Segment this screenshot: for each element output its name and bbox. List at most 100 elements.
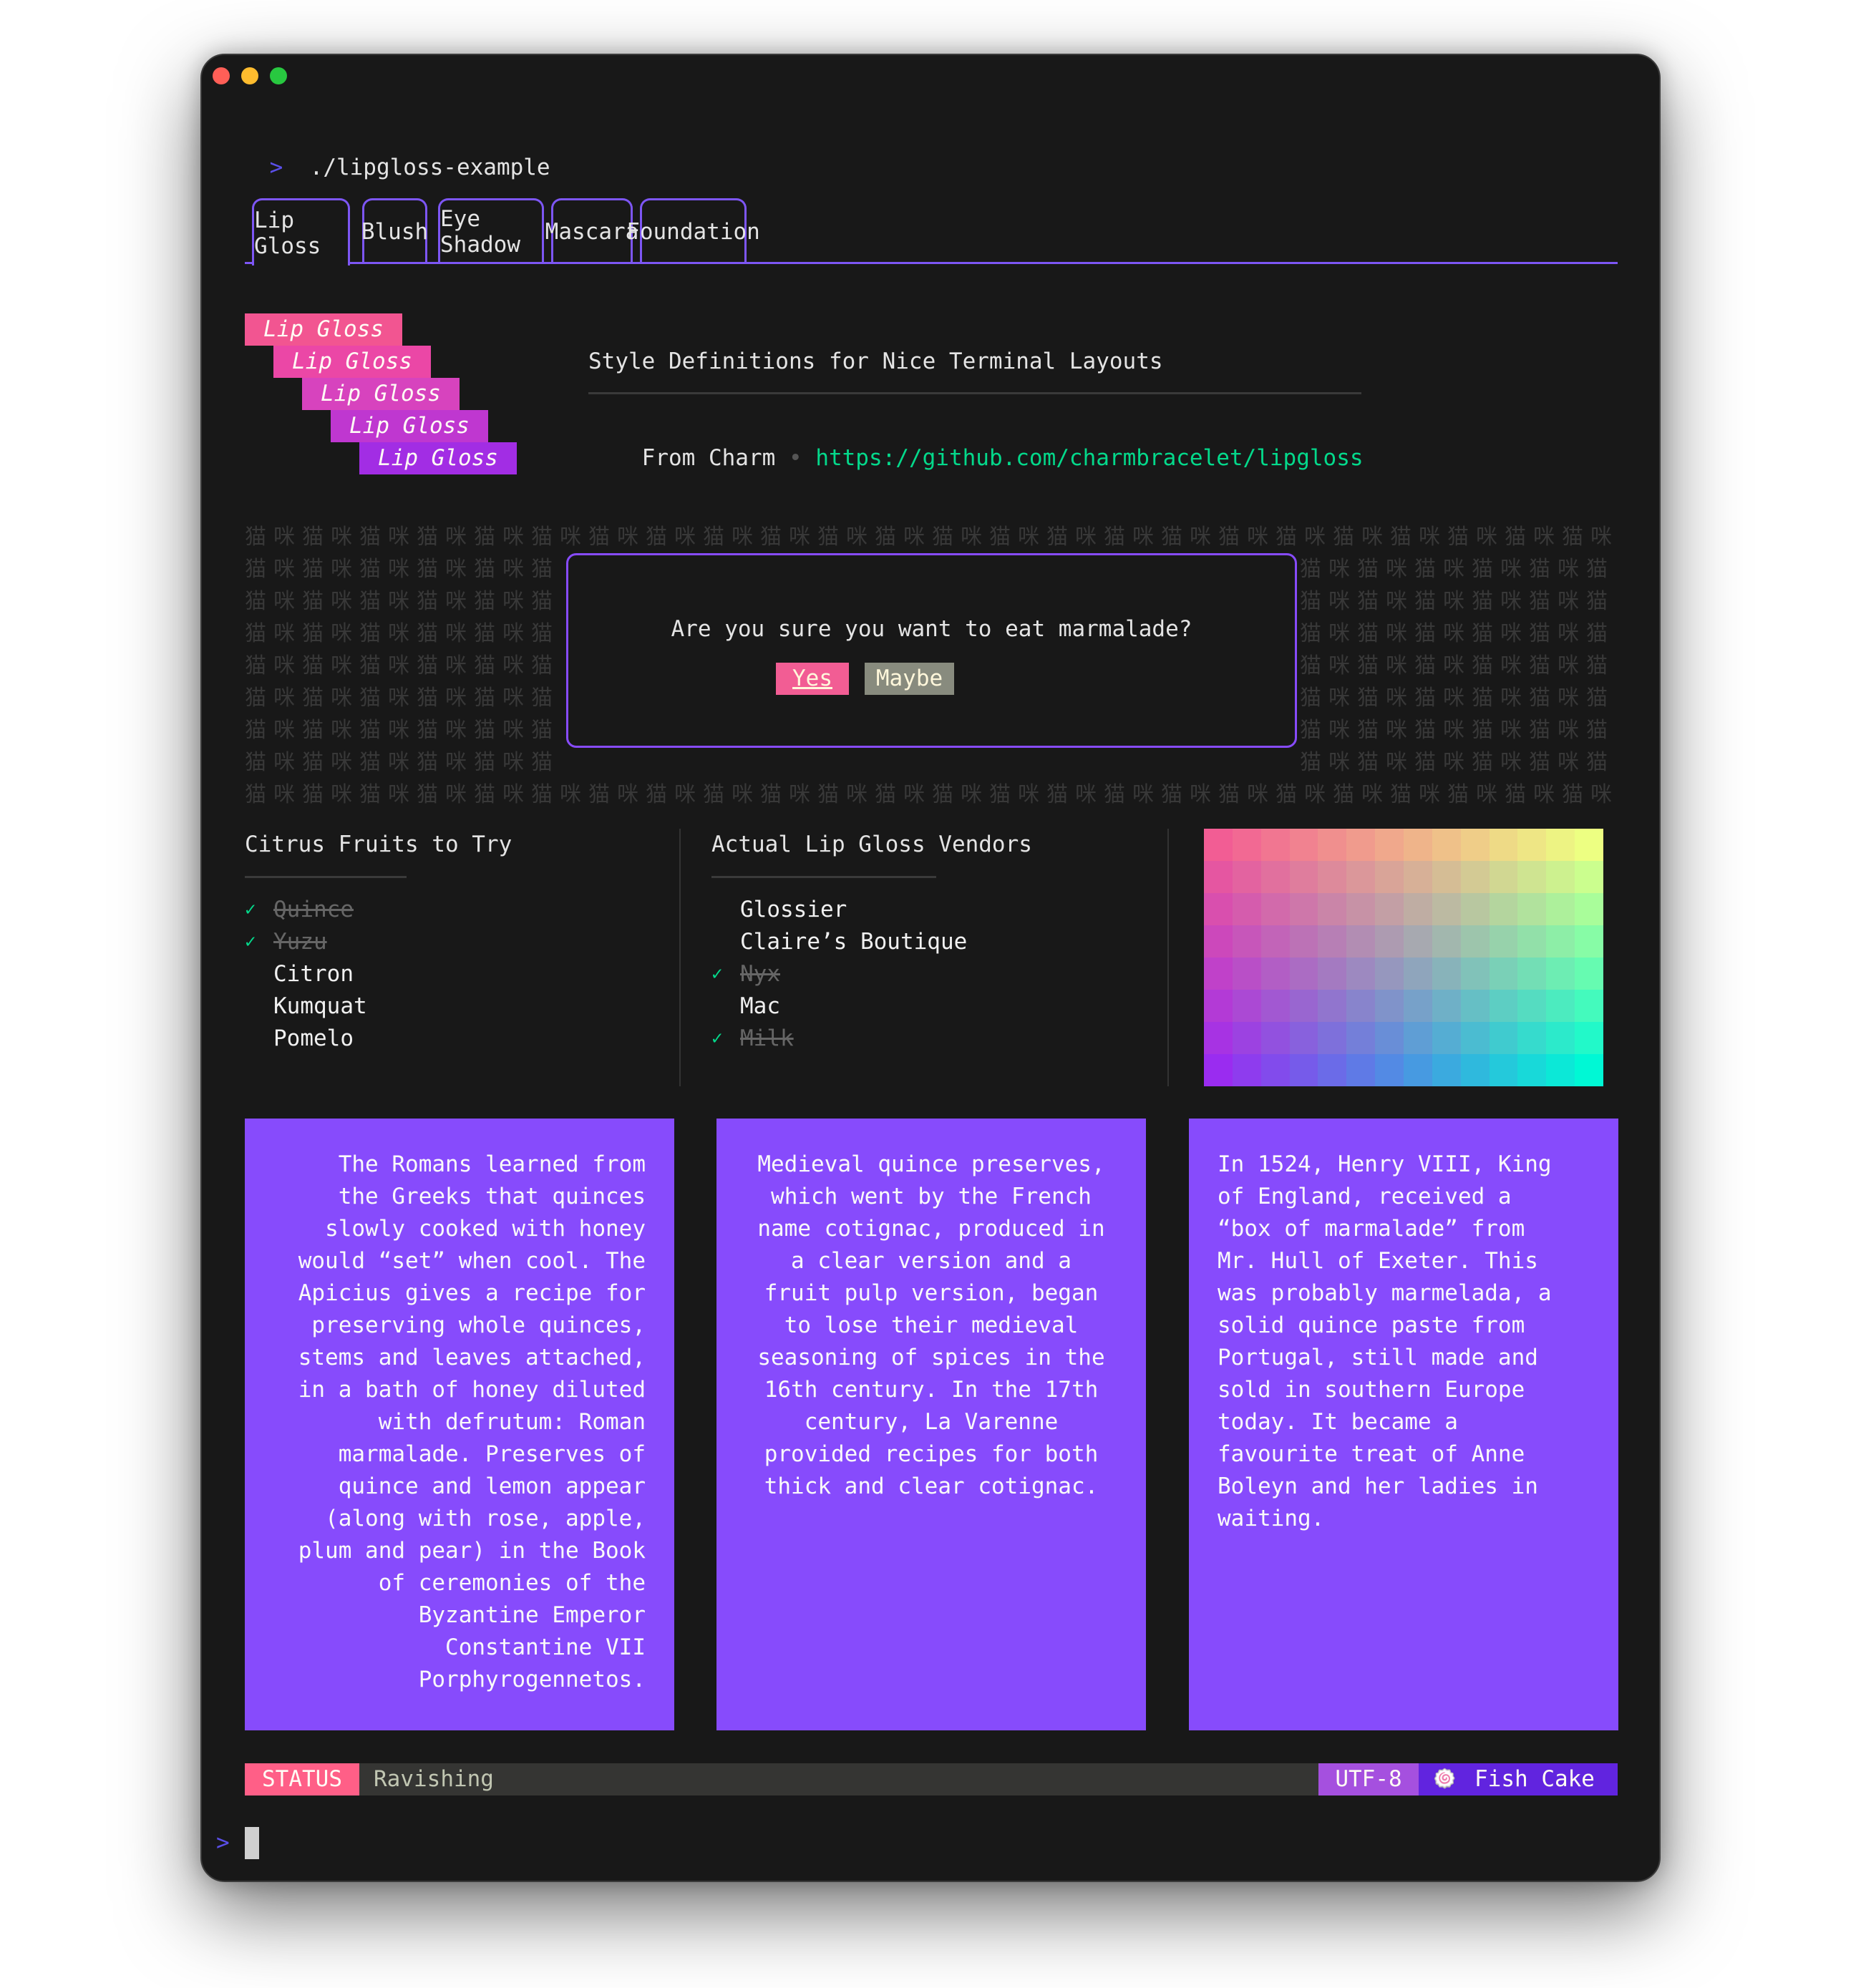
dialog-question: Are you sure you want to eat marmalade? <box>671 616 1192 642</box>
color-swatch <box>1546 1054 1575 1086</box>
tab-blush[interactable]: Blush <box>361 198 428 263</box>
lip-gloss-label: Lip Gloss <box>359 442 517 474</box>
color-swatch <box>1404 925 1432 958</box>
color-swatch <box>1375 1022 1404 1054</box>
color-swatch <box>1575 861 1603 893</box>
color-swatch <box>1346 925 1376 958</box>
list-item[interactable]: Milk <box>740 1023 794 1055</box>
color-swatch <box>1232 990 1261 1022</box>
list-item[interactable]: Quince <box>273 894 354 926</box>
color-swatch <box>1204 1022 1233 1054</box>
list-item[interactable]: Glossier <box>740 894 847 926</box>
color-swatch <box>1289 861 1318 893</box>
list-item[interactable]: Mac <box>740 990 780 1023</box>
color-swatch <box>1232 861 1261 893</box>
color-swatch <box>1517 925 1547 958</box>
tab-foundation[interactable]: Foundation <box>626 198 760 263</box>
color-swatch <box>1546 958 1575 990</box>
color-swatch <box>1232 1022 1261 1054</box>
color-swatch <box>1375 893 1404 925</box>
prompt-icon: > <box>216 1827 230 1859</box>
color-swatch <box>1232 925 1261 958</box>
color-swatch <box>1318 861 1347 893</box>
kanji-row: 猫咪猫咪猫咪猫咪猫咪猫 <box>1300 557 1615 582</box>
lip-gloss-label: Lip Gloss <box>302 378 460 410</box>
kanji-row: 猫咪猫咪猫咪猫咪猫咪猫咪猫咪猫咪猫咪猫咪猫咪猫咪猫咪猫咪猫咪猫咪猫咪猫咪猫咪猫咪… <box>245 782 1619 807</box>
list-title-divider <box>245 876 407 878</box>
lip-gloss-label: Lip Gloss <box>245 313 402 346</box>
minimize-button[interactable] <box>241 67 258 84</box>
check-icon: ✓ <box>245 899 256 920</box>
from-label: From Charm <box>641 445 776 471</box>
list-item[interactable]: Pomelo <box>273 1023 354 1055</box>
command-text: ./lipgloss-example <box>309 155 550 180</box>
kanji-row: 猫咪猫咪猫咪猫咪猫咪猫 <box>1300 653 1615 678</box>
kanji-row: 猫咪猫咪猫咪猫咪猫咪猫 <box>245 653 560 678</box>
tab-eye-shadow[interactable]: Eye Shadow <box>438 198 544 263</box>
color-swatch <box>1346 861 1376 893</box>
kanji-row: 猫咪猫咪猫咪猫咪猫咪猫 <box>1300 718 1615 743</box>
color-swatch <box>1489 1054 1518 1086</box>
check-icon: ✓ <box>711 963 723 985</box>
list-title-divider <box>711 876 936 878</box>
repo-link[interactable]: https://github.com/charmbracelet/lipglos… <box>815 445 1363 471</box>
tab-label: Foundation <box>626 219 760 245</box>
color-swatch <box>1346 893 1376 925</box>
color-swatch <box>1232 958 1261 990</box>
color-swatch <box>1318 925 1347 958</box>
list-item[interactable]: Yuzu <box>273 926 327 958</box>
color-swatch <box>1460 958 1490 990</box>
status-bar: STATUS Ravishing UTF-8 🍥 Fish Cake <box>245 1763 1618 1795</box>
color-swatch <box>1289 990 1318 1022</box>
close-button[interactable] <box>213 67 230 84</box>
color-swatch <box>1432 861 1461 893</box>
kanji-row: 猫咪猫咪猫咪猫咪猫咪猫咪猫咪猫咪猫咪猫咪猫咪猫咪猫咪猫咪猫咪猫咪猫咪猫咪猫咪猫咪… <box>245 525 1619 550</box>
color-swatch <box>1489 829 1518 861</box>
color-swatch <box>1546 925 1575 958</box>
color-swatch <box>1575 990 1603 1022</box>
kanji-row: 猫咪猫咪猫咪猫咪猫咪猫 <box>1300 589 1615 614</box>
list-item[interactable]: Kumquat <box>273 990 367 1023</box>
tab-lip-gloss[interactable]: Lip Gloss <box>252 198 350 265</box>
tab-underline <box>245 262 1618 264</box>
list-item[interactable]: Citron <box>273 958 354 990</box>
color-swatch <box>1460 990 1490 1022</box>
color-swatch <box>1318 893 1347 925</box>
color-swatch <box>1289 958 1318 990</box>
kanji-row: 猫咪猫咪猫咪猫咪猫咪猫 <box>1300 621 1615 646</box>
list-item[interactable]: Nyx <box>740 958 780 990</box>
tab-label: Mascara <box>545 219 639 245</box>
color-swatch <box>1289 1022 1318 1054</box>
color-swatch <box>1489 861 1518 893</box>
color-swatch <box>1204 990 1233 1022</box>
zoom-button[interactable] <box>270 67 287 84</box>
check-icon: ✓ <box>711 1028 723 1049</box>
list-title: Citrus Fruits to Try <box>245 832 512 857</box>
maybe-button[interactable]: Maybe <box>865 663 954 695</box>
color-swatch <box>1546 1022 1575 1054</box>
status-text: Ravishing <box>374 1766 494 1792</box>
color-swatch <box>1375 990 1404 1022</box>
color-swatch <box>1546 990 1575 1022</box>
tab-mascara[interactable]: Mascara <box>545 198 638 263</box>
separator-dot-icon: • <box>788 445 802 471</box>
color-swatch <box>1375 829 1404 861</box>
column-divider <box>679 829 681 1086</box>
color-swatch <box>1432 1054 1461 1086</box>
color-swatch <box>1489 893 1518 925</box>
yes-button[interactable]: Yes <box>776 663 849 695</box>
tab-label: Eye Shadow <box>440 206 520 258</box>
color-swatch <box>1204 925 1233 958</box>
color-swatch <box>1517 990 1547 1022</box>
paragraph-medieval: Medieval quince preserves, which went by… <box>716 1119 1146 1730</box>
color-swatch <box>1432 958 1461 990</box>
prompt-symbol: > <box>216 1830 230 1856</box>
list-title: Actual Lip Gloss Vendors <box>711 832 1032 857</box>
color-swatch <box>1432 829 1461 861</box>
text-cursor[interactable] <box>245 1827 259 1859</box>
kanji-row: 猫咪猫咪猫咪猫咪猫咪猫 <box>245 557 560 582</box>
color-swatch <box>1375 958 1404 990</box>
list-item[interactable]: Claire’s Boutique <box>740 926 967 958</box>
color-swatch <box>1204 1054 1233 1086</box>
color-swatch <box>1489 925 1518 958</box>
